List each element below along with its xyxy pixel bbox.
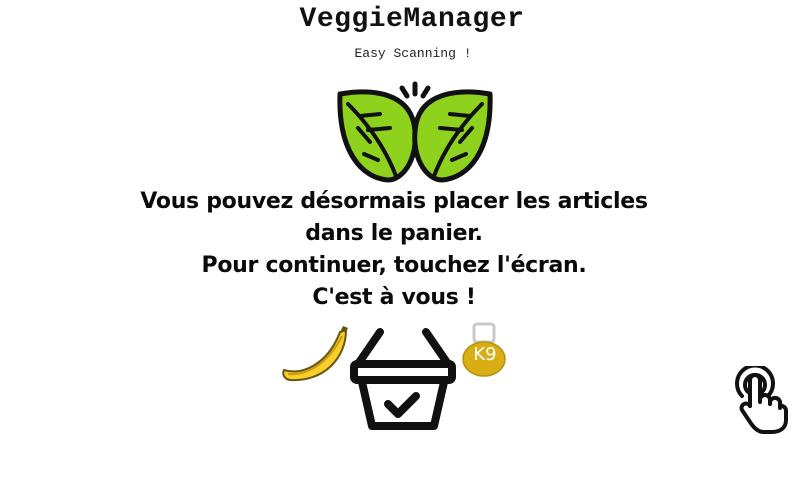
message-line-2: dans le panier. xyxy=(305,221,483,246)
app-subtitle: Easy Scanning ! xyxy=(354,46,472,61)
message-line-3: Pour continuer, touchez l'écran. xyxy=(201,253,587,278)
banana-icon xyxy=(282,326,348,382)
leaves-logo-icon xyxy=(337,81,493,183)
touch-hand-icon[interactable] xyxy=(734,366,788,434)
weight-label: K9 xyxy=(473,344,497,365)
message-line-1: Vous pouvez désormais placer les article… xyxy=(140,189,648,214)
basket-check-icon xyxy=(350,328,456,430)
message-line-4: C'est à vous ! xyxy=(312,285,476,310)
app-title: VeggieManager xyxy=(299,4,525,35)
instruction-message: Vous pouvez désormais placer les article… xyxy=(0,186,788,314)
